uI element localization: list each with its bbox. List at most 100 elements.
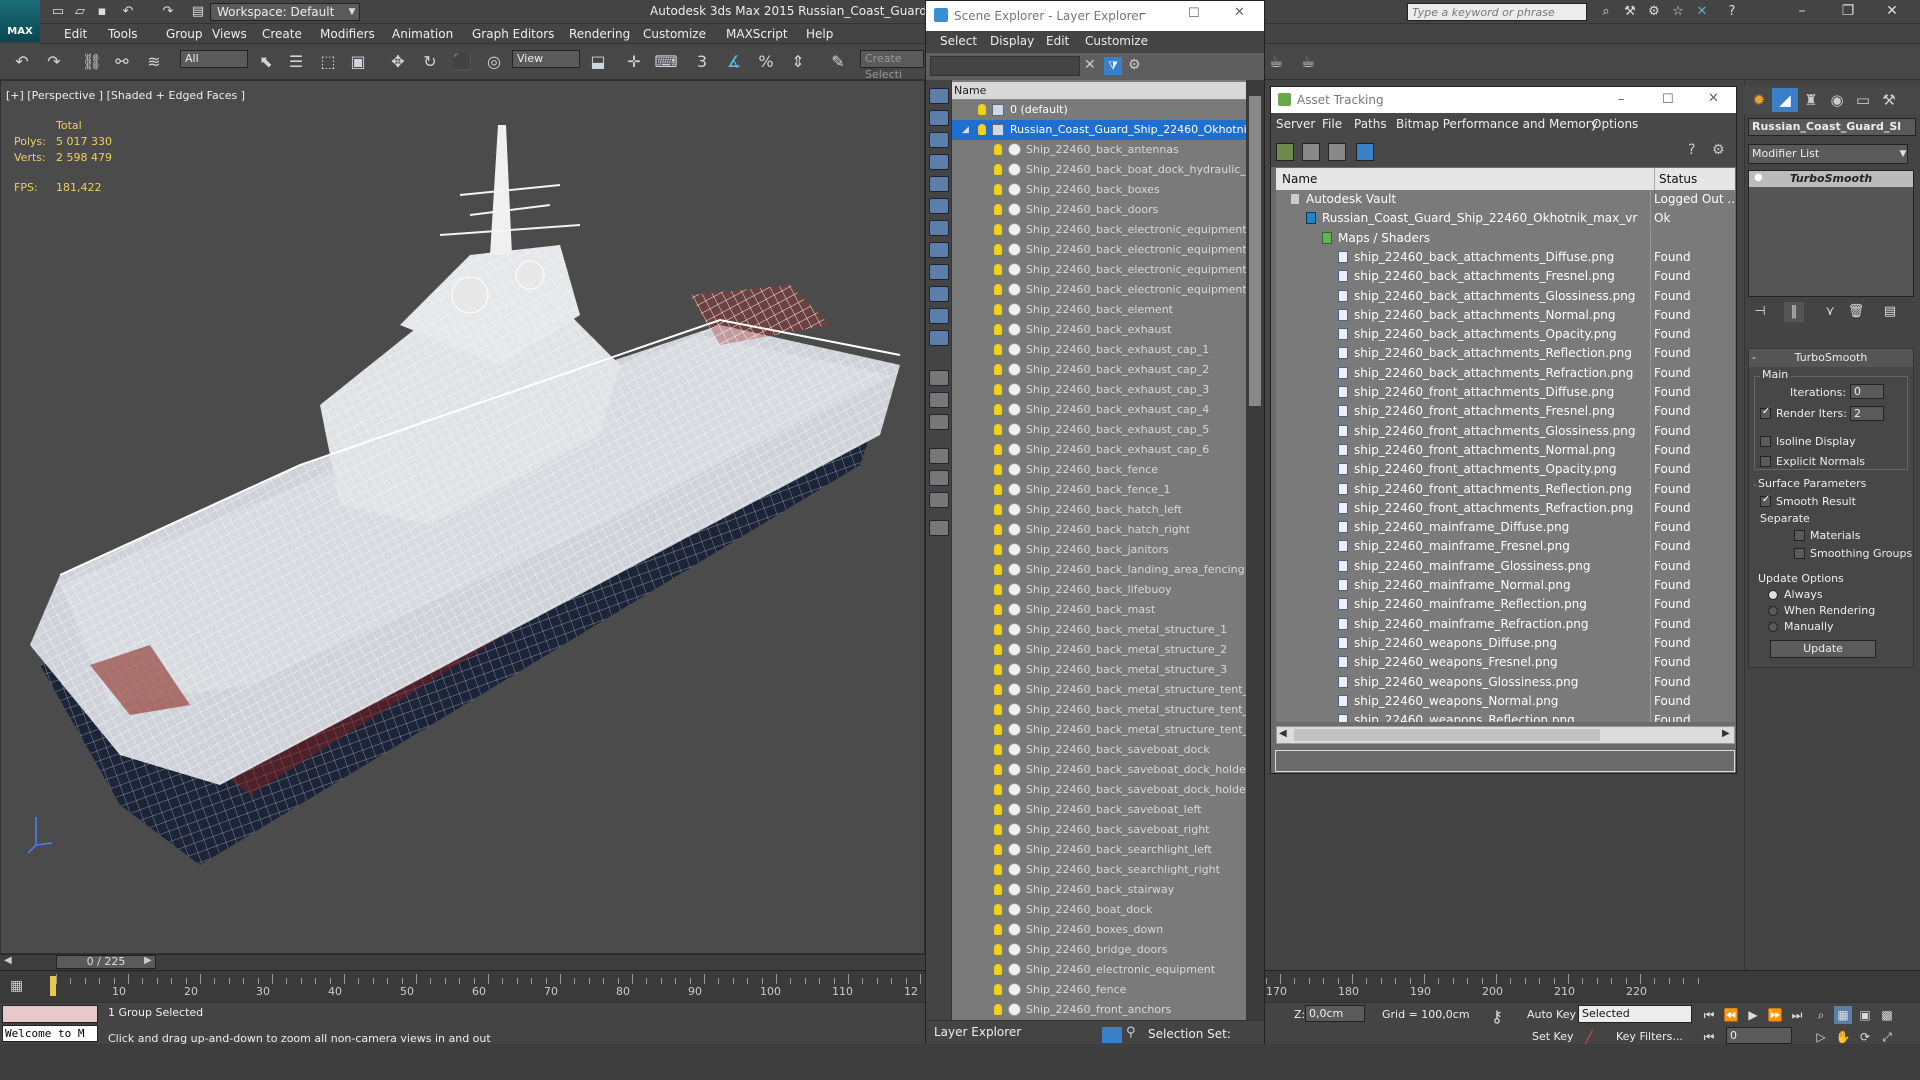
workspace-dropdown[interactable]: Workspace: Default — [210, 3, 360, 21]
layer-visibility-bulb-icon[interactable] — [994, 404, 1002, 415]
layer-row[interactable]: Ship_22460_back_mast — [952, 600, 1246, 620]
layer-row[interactable]: Ship_22460_back_exhaust — [952, 320, 1246, 340]
utilities-tab-icon[interactable]: ⚒ — [1876, 88, 1902, 112]
asset-row[interactable]: ship_22460_mainframe_Normal.png Found — [1276, 576, 1735, 595]
key-mode-toggle-icon[interactable]: ⏮ — [1700, 1028, 1718, 1046]
maxscript-listener[interactable] — [2, 1005, 98, 1023]
undo-icon[interactable]: ↶ — [118, 3, 138, 21]
layer-visibility-bulb-icon[interactable] — [994, 244, 1002, 255]
layer-row[interactable]: Ship_22460_electronic_equipment — [952, 960, 1246, 980]
scene-menu-select[interactable]: Select — [940, 34, 977, 48]
asset-menu-paths[interactable]: Paths — [1354, 117, 1387, 131]
layer-row[interactable]: Ship_22460_back_landing_area_fencing — [952, 560, 1246, 580]
layer-visibility-bulb-icon[interactable] — [994, 424, 1002, 435]
modifier-stack[interactable] — [1748, 170, 1914, 297]
layer-visibility-bulb-icon[interactable] — [994, 1004, 1002, 1015]
asset-help-icon[interactable]: ? — [1688, 142, 1695, 158]
scene-filter-icon[interactable] — [929, 448, 949, 464]
select-object-icon[interactable]: ⬉ — [254, 50, 278, 74]
window-crossing-icon[interactable]: ▣ — [346, 50, 370, 74]
show-end-result-icon[interactable]: ‖ — [1784, 302, 1804, 322]
layer-visibility-bulb-icon[interactable] — [994, 344, 1002, 355]
rect-selection-icon[interactable]: ⬚ — [316, 50, 340, 74]
binoculars-icon[interactable]: ⌕ — [1596, 3, 1616, 21]
next-frame-icon[interactable]: ⏩ — [1766, 1006, 1784, 1024]
layer-visibility-bulb-icon[interactable] — [994, 544, 1002, 555]
layer-visibility-bulb-icon[interactable] — [994, 184, 1002, 195]
layer-row[interactable]: Ship_22460_back_exhaust_cap_5 — [952, 420, 1246, 440]
layer-visibility-bulb-icon[interactable] — [994, 724, 1002, 735]
pivot-icon[interactable]: ⬓ — [586, 50, 610, 74]
explorer-type-dropdown[interactable]: Layer Explorer — [932, 1023, 1088, 1041]
layer-toggle-icon[interactable] — [1102, 1027, 1122, 1043]
layer-row[interactable]: Ship_22460_back_saveboat_left — [952, 800, 1246, 820]
angle-snap-icon[interactable]: ∡ — [722, 50, 746, 74]
asset-row[interactable]: ship_22460_weapons_Reflection.png Found — [1276, 711, 1735, 722]
play-icon[interactable]: ▶ — [1744, 1006, 1762, 1024]
time-slider-thumb[interactable]: 0 / 225 — [56, 955, 156, 969]
layer-row[interactable]: Ship_22460_back_boat_dock_hydraulic_el..… — [952, 160, 1246, 180]
open-file-icon[interactable]: ▱ — [70, 3, 90, 21]
menu-animation[interactable]: Animation — [392, 25, 453, 43]
layer-row[interactable]: 0 (default) — [952, 100, 1246, 120]
bind-spacewarp-icon[interactable]: ≋ — [142, 50, 166, 74]
zoom-extents-all-icon[interactable]: ▩ — [1878, 1006, 1896, 1024]
asset-row[interactable]: ship_22460_back_attachments_Opacity.png F… — [1276, 325, 1735, 345]
layer-visibility-bulb-icon[interactable] — [994, 764, 1002, 775]
menu-group[interactable]: Group — [166, 25, 203, 43]
keyboard-shortcut-icon[interactable]: ⌨ — [654, 50, 678, 74]
spinner-snap-icon[interactable]: ⇕ — [786, 50, 810, 74]
list-view-icon[interactable] — [1302, 143, 1320, 161]
layer-visibility-bulb-icon[interactable] — [978, 124, 986, 135]
workspace-chevron-icon[interactable]: ▼ — [342, 3, 362, 21]
layer-row[interactable]: Ship_22460_back_exhaust_cap_6 — [952, 440, 1246, 460]
welcome-field[interactable]: Welcome to M — [2, 1025, 98, 1042]
layer-visibility-bulb-icon[interactable] — [994, 384, 1002, 395]
communication-icon[interactable]: ⚙ — [1644, 3, 1664, 21]
scene-explorer-title[interactable]: Scene Explorer - Layer Explorer — [926, 1, 1264, 31]
layer-visibility-bulb-icon[interactable] — [994, 944, 1002, 955]
layer-row[interactable]: Ship_22460_back_doors — [952, 200, 1246, 220]
redo-toolbar-icon[interactable]: ↷ — [42, 50, 66, 74]
layer-column-header[interactable]: Name — [952, 82, 1246, 100]
scene-menu-customize[interactable]: Customize — [1085, 34, 1148, 48]
layer-visibility-bulb-icon[interactable] — [994, 204, 1002, 215]
menu-views[interactable]: Views — [212, 25, 247, 43]
undo-toolbar-icon[interactable]: ↶ — [10, 50, 34, 74]
layer-row[interactable]: Ship_22460_back_saveboat_dock — [952, 740, 1246, 760]
layer-row[interactable]: Ship_22460_back_searchlight_left — [952, 840, 1246, 860]
layer-visibility-bulb-icon[interactable] — [994, 704, 1002, 715]
layer-visibility-bulb-icon[interactable] — [994, 964, 1002, 975]
scene-filter-icon[interactable] — [929, 470, 949, 486]
redo-icon[interactable]: ↷ — [158, 3, 178, 21]
key-selection-dropdown[interactable]: Selected — [1578, 1005, 1692, 1023]
configure-sets-icon[interactable]: ▤ — [1880, 302, 1900, 322]
layer-visibility-bulb-icon[interactable] — [994, 804, 1002, 815]
layer-visibility-bulb-icon[interactable] — [994, 584, 1002, 595]
menu-rendering[interactable]: Rendering — [569, 25, 630, 43]
slider-prev-icon[interactable]: ◀ — [4, 955, 18, 969]
layer-row[interactable]: Ship_22460_back_hatch_right — [952, 520, 1246, 540]
menu-tools[interactable]: Tools — [108, 25, 138, 43]
materials-checkbox[interactable] — [1794, 530, 1805, 541]
project-folder-icon[interactable]: ▤ — [188, 3, 208, 21]
layer-visibility-bulb-icon[interactable] — [994, 464, 1002, 475]
iterations-spinner[interactable]: 0 — [1850, 384, 1884, 399]
select-manipulate-icon[interactable]: ✛ — [622, 50, 646, 74]
subscription-icon[interactable]: ⚒ — [1620, 3, 1640, 21]
asset-row[interactable]: Autodesk Vault Logged Out ... — [1276, 190, 1735, 209]
layer-row[interactable]: Ship_22460_back_electronic_equipment_c..… — [952, 240, 1246, 260]
scroll-right-icon[interactable]: ▶ — [1722, 728, 1730, 739]
zoom-extents-icon[interactable]: ▣ — [1856, 1006, 1874, 1024]
curve-editor-icon[interactable]: ▦ — [10, 978, 23, 994]
move-icon[interactable]: ✥ — [386, 50, 410, 74]
layer-visibility-bulb-icon[interactable] — [994, 864, 1002, 875]
percent-snap-icon[interactable]: % — [754, 50, 778, 74]
layer-visibility-bulb-icon[interactable] — [994, 144, 1002, 155]
layer-row[interactable]: Ship_22460_back_element — [952, 300, 1246, 320]
selection-lock-icon[interactable]: ⚲ — [1126, 1025, 1136, 1040]
scene-filter-icon[interactable] — [929, 414, 949, 430]
scene-filter-icon[interactable] — [929, 176, 949, 192]
new-file-icon[interactable]: ▭ — [48, 3, 68, 21]
scene-filter-icon[interactable] — [929, 308, 949, 324]
